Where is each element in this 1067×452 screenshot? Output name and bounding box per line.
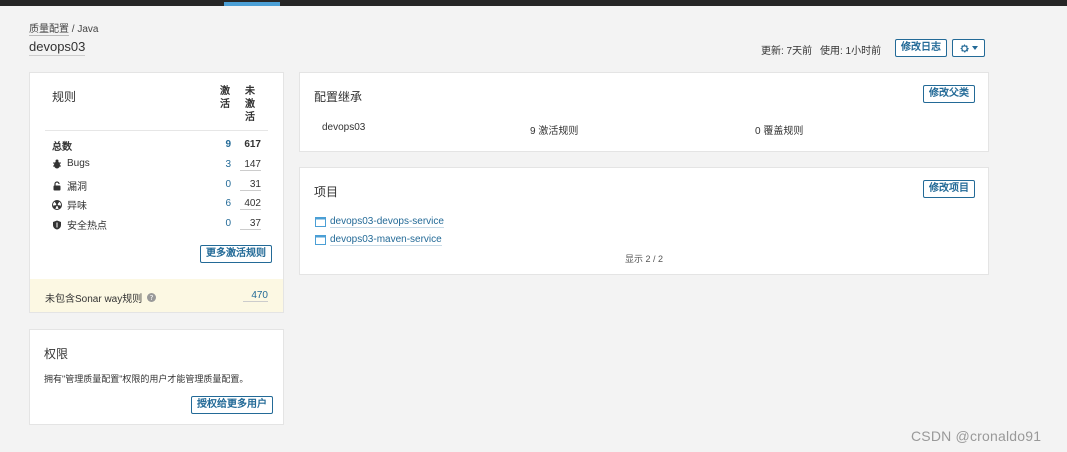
active-nav-indicator: [224, 2, 280, 6]
breadcrumb-quality-profiles-link[interactable]: 质量配置: [29, 24, 69, 36]
projects-panel: 项目 修改项目 devops03-devops-service devops03…: [299, 167, 989, 275]
updated-date: 更新: 7天前: [761, 46, 813, 57]
sonar-way-missing-text: 未包含Sonar way规则 ?: [45, 290, 157, 305]
rules-total-inactive[interactable]: 617: [240, 139, 261, 150]
inheritance-panel: 配置继承 修改父类 devops03 9 激活规则 0 覆盖规则: [299, 72, 989, 152]
breadcrumb: 质量配置 / Java: [29, 20, 99, 36]
project-icon: [315, 235, 326, 245]
settings-dropdown-button[interactable]: [952, 39, 985, 57]
col-header-active: 激活: [220, 86, 230, 110]
sonar-way-missing-banner: 未包含Sonar way规则 ? 470: [30, 279, 283, 312]
rules-code-smell-inactive[interactable]: 402: [240, 198, 261, 210]
permissions-panel: 权限 拥有"管理质量配置"权限的用户才能管理质量配置。 授权给更多用户: [29, 329, 284, 425]
sonar-way-missing-count[interactable]: 470: [243, 290, 268, 302]
rules-bugs-inactive[interactable]: 147: [240, 159, 261, 171]
chevron-down-icon: [972, 46, 978, 50]
radiation-icon: [52, 199, 62, 210]
edit-parent-button[interactable]: 修改父类: [923, 85, 975, 103]
inheritance-override-rules: 0 覆盖规则: [755, 126, 804, 137]
rules-vulnerability-inactive[interactable]: 31: [240, 179, 261, 191]
bug-icon: [53, 159, 61, 168]
rules-row-code-smell-label: 异味: [52, 197, 87, 212]
rules-vulnerability-active[interactable]: 0: [215, 179, 231, 190]
watermark: CSDN @cronaldo91: [911, 428, 1042, 444]
page-title[interactable]: devops03: [29, 39, 86, 56]
inheritance-profile-name: devops03: [322, 122, 366, 133]
rules-total-active[interactable]: 9: [215, 139, 231, 150]
rules-row-bugs-label: Bugs: [52, 158, 90, 169]
more-activated-rules-button[interactable]: 更多激活规则: [200, 245, 272, 263]
rules-title: 规则: [52, 90, 77, 104]
rules-row-hotspot-label: 安全热点: [52, 217, 107, 232]
project-item[interactable]: devops03-devops-service: [315, 216, 444, 228]
project-link[interactable]: devops03-devops-service: [330, 216, 444, 228]
inheritance-title: 配置继承: [314, 90, 363, 104]
breadcrumb-language: Java: [77, 24, 99, 35]
help-icon[interactable]: ?: [147, 293, 157, 302]
gear-icon: [960, 44, 969, 52]
project-icon: [315, 217, 326, 227]
sonar-way-missing-label: 未包含Sonar way规则: [45, 294, 143, 305]
shield-icon: [53, 220, 61, 229]
rules-bugs-active[interactable]: 3: [215, 159, 231, 170]
project-item[interactable]: devops03-maven-service: [315, 234, 442, 246]
top-nav-bar: [0, 0, 1067, 6]
rules-code-smell-active[interactable]: 6: [215, 198, 231, 209]
lock-icon: [53, 180, 61, 190]
edit-log-button[interactable]: 修改日志: [895, 39, 947, 57]
rules-divider: [45, 130, 268, 131]
projects-count: 显示 2 / 2: [624, 254, 663, 264]
rules-row-vulnerability-label: 漏洞: [52, 178, 87, 193]
grant-more-users-button[interactable]: 授权给更多用户: [191, 396, 273, 414]
inheritance-active-rules: 9 激活规则: [530, 126, 579, 137]
rules-hotspot-active[interactable]: 0: [215, 218, 231, 229]
project-link[interactable]: devops03-maven-service: [330, 234, 442, 246]
edit-projects-button[interactable]: 修改项目: [923, 180, 975, 198]
rules-row-total-label: 总数: [52, 142, 72, 153]
svg-text:?: ?: [150, 293, 154, 302]
used-date: 使用: 1小时前: [820, 46, 882, 57]
col-header-inactive: 未激活: [245, 86, 255, 123]
breadcrumb-separator: /: [71, 24, 75, 35]
projects-title: 项目: [314, 185, 339, 199]
permissions-description: 拥有"管理质量配置"权限的用户才能管理质量配置。: [44, 374, 249, 384]
permissions-title: 权限: [44, 347, 69, 361]
rules-hotspot-inactive[interactable]: 37: [240, 218, 261, 230]
rules-panel: 规则 激活 未激活 总数 9 617 Bugs 3 147 漏洞 0 31 异味…: [29, 72, 284, 313]
